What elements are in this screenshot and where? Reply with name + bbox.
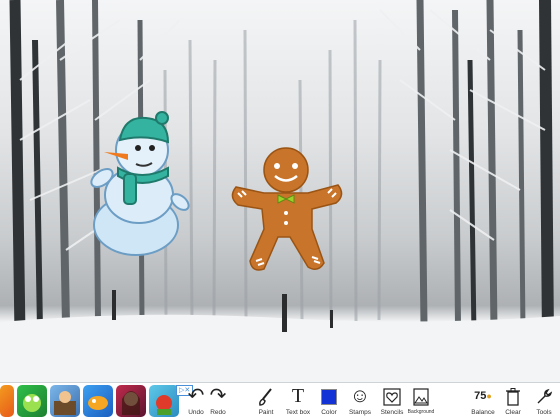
paint-button[interactable]: Paint [255,384,277,420]
ad-app-icon[interactable] [50,385,80,417]
tools-button[interactable]: Tools [532,384,556,420]
ad-banner[interactable] [0,385,186,419]
text-box-button[interactable]: T Text box [285,384,311,420]
undo-icon: ↶ [187,385,205,407]
stencils-button[interactable]: Stencils [379,384,405,420]
drawing-canvas[interactable] [0,0,560,382]
redo-button[interactable]: ↷ Redo [207,384,229,420]
redo-icon: ↷ [209,385,227,407]
text-t-icon: T [291,385,305,407]
bottom-toolbar: ▷✕ ↶ Undo ↷ Redo Paint T Text box Color … [0,382,560,420]
ad-app-icon[interactable] [116,385,146,417]
stamps-button[interactable]: ☺ Stamps [347,384,373,420]
ad-app-icon[interactable] [83,385,113,417]
balance-value: 75 [474,390,487,402]
paintbrush-icon [255,384,277,408]
clear-button[interactable]: Clear [502,384,524,420]
background-button[interactable]: Background [406,384,436,420]
color-button[interactable]: Color [318,384,340,420]
coin-icon: ● [486,391,492,401]
gingerbread-man-sticker[interactable] [228,145,346,275]
heart-icon [379,384,405,408]
ad-app-icon[interactable] [149,385,179,417]
wrench-icon [532,384,556,408]
ad-app-icon[interactable] [17,385,47,417]
undo-button[interactable]: ↶ Undo [186,384,206,420]
snowman-sticker[interactable] [84,110,194,260]
balance-display[interactable]: 75● Balance [468,384,498,420]
trash-icon [502,384,524,408]
color-swatch [318,384,340,408]
picture-icon [406,384,436,408]
ad-app-icon[interactable] [0,385,14,417]
smiley-icon: ☺ [349,385,371,407]
